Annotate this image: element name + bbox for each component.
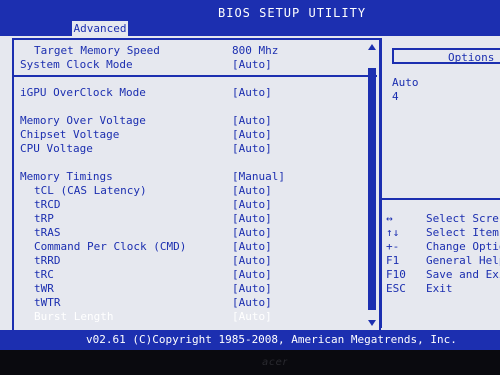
help-desc: General Help	[426, 254, 500, 267]
setting-value[interactable]: [Auto]	[232, 212, 272, 226]
help-desc: Select Item	[426, 226, 499, 239]
separator	[14, 75, 377, 77]
scroll-up-icon[interactable]	[368, 44, 376, 50]
setting-label: tRRD	[34, 254, 61, 267]
options-header: Options	[392, 48, 500, 64]
setting-value[interactable]: [Auto]	[232, 198, 272, 212]
up-down-arrows-icon: ↑↓	[386, 226, 400, 239]
scroll-down-icon[interactable]	[368, 320, 376, 326]
tab-advanced[interactable]: Advanced	[72, 21, 128, 36]
help-desc: Change Optio	[426, 240, 500, 253]
option-4[interactable]: 4	[392, 90, 399, 103]
setting-row-twtr[interactable]: tWTR [Auto]	[14, 296, 374, 310]
setting-value[interactable]: [Auto]	[232, 184, 272, 198]
setting-row-chipset-voltage[interactable]: Chipset Voltage [Auto]	[14, 128, 374, 142]
help-row-save-exit: F10 Save and Exi	[386, 268, 500, 282]
setting-row-twr[interactable]: tWR [Auto]	[14, 282, 374, 296]
help-desc: Exit	[426, 282, 453, 295]
setting-row-igpu-overclock-mode[interactable]: iGPU OverClock Mode [Auto]	[14, 86, 374, 100]
left-right-arrows-icon: ↔	[386, 212, 393, 225]
setting-value[interactable]: [Auto]	[232, 226, 272, 240]
settings-panel: Target Memory Speed 800 Mhz System Clock…	[12, 38, 381, 332]
setting-label: Burst Length	[34, 310, 114, 323]
setting-row-tras[interactable]: tRAS [Auto]	[14, 226, 374, 240]
setting-row-cpu-voltage[interactable]: CPU Voltage [Auto]	[14, 142, 374, 156]
setting-value[interactable]: [Auto]	[232, 114, 272, 128]
scrollbar[interactable]	[367, 44, 377, 326]
setting-row-trcd[interactable]: tRCD [Auto]	[14, 198, 374, 212]
options-panel: Options Auto 4 ↔ Select Scre ↑↓ Select I…	[380, 38, 500, 328]
setting-value[interactable]: [Auto]	[232, 268, 272, 282]
help-key: F1	[386, 254, 400, 267]
setting-row-burst-length[interactable]: Burst Length [Auto]	[14, 310, 374, 324]
help-key: ESC	[386, 282, 406, 295]
setting-value[interactable]: [Auto]	[232, 296, 272, 310]
bios-screen: BIOS SETUP UTILITY Advanced Target Memor…	[0, 0, 500, 336]
help-row-change-option: +- Change Optio	[386, 240, 500, 254]
setting-label: Command Per Clock (CMD)	[34, 240, 187, 253]
monitor-brand-logo: acer	[262, 357, 288, 368]
help-row-select-screen: ↔ Select Scre	[386, 212, 500, 226]
setting-value[interactable]: [Auto]	[232, 240, 272, 254]
setting-value[interactable]: [Auto]	[232, 128, 272, 142]
setting-label: tRC	[34, 268, 54, 281]
setting-label: tWR	[34, 282, 54, 295]
help-desc: Save and Exi	[426, 268, 500, 281]
footer-bar: v02.61 (C)Copyright 1985-2008, American …	[0, 330, 500, 350]
setting-value[interactable]: [Auto]	[232, 58, 272, 72]
scrollbar-thumb[interactable]	[368, 68, 376, 310]
setting-label: tCL (CAS Latency)	[34, 184, 147, 197]
setting-label: tRCD	[34, 198, 61, 211]
help-key: F10	[386, 268, 406, 281]
help-row-general-help: F1 General Help	[386, 254, 500, 268]
setting-value[interactable]: [Auto]	[232, 282, 272, 296]
setting-value: 800 Mhz	[232, 44, 279, 57]
setting-row-memory-timings[interactable]: Memory Timings [Manual]	[14, 170, 374, 184]
setting-value[interactable]: [Manual]	[232, 170, 285, 184]
setting-label: Chipset Voltage	[20, 128, 120, 141]
separator	[382, 198, 500, 200]
setting-label: tWTR	[34, 296, 61, 309]
setting-value[interactable]: [Auto]	[232, 86, 272, 100]
setting-label: tRAS	[34, 226, 61, 239]
setting-value[interactable]: [Auto]	[232, 310, 272, 324]
help-row-select-item: ↑↓ Select Item	[386, 226, 500, 240]
setting-row-trc[interactable]: tRC [Auto]	[14, 268, 374, 282]
setting-label: System Clock Mode	[20, 58, 133, 71]
setting-row-target-memory-speed: Target Memory Speed 800 Mhz	[14, 44, 374, 58]
setting-label: tRP	[34, 212, 54, 225]
setting-label: Memory Timings	[20, 170, 113, 183]
setting-row-trrd[interactable]: tRRD [Auto]	[14, 254, 374, 268]
setting-row-system-clock-mode[interactable]: System Clock Mode [Auto]	[14, 58, 374, 72]
setting-row-tcl[interactable]: tCL (CAS Latency) [Auto]	[14, 184, 374, 198]
bios-title: BIOS SETUP UTILITY	[218, 6, 367, 20]
copyright-text: v02.61 (C)Copyright 1985-2008, American …	[86, 333, 457, 346]
setting-label: Target Memory Speed	[34, 44, 160, 57]
setting-label: iGPU OverClock Mode	[20, 86, 146, 99]
setting-label: CPU Voltage	[20, 142, 93, 155]
setting-label: Memory Over Voltage	[20, 114, 146, 127]
help-desc: Select Scre	[426, 212, 499, 225]
option-auto[interactable]: Auto	[392, 76, 419, 89]
setting-row-memory-over-voltage[interactable]: Memory Over Voltage [Auto]	[14, 114, 374, 128]
setting-row-trp[interactable]: tRP [Auto]	[14, 212, 374, 226]
setting-value[interactable]: [Auto]	[232, 142, 272, 156]
help-key: +-	[386, 240, 400, 253]
setting-value[interactable]: [Auto]	[232, 254, 272, 268]
setting-row-command-per-clock[interactable]: Command Per Clock (CMD) [Auto]	[14, 240, 374, 254]
help-row-exit: ESC Exit	[386, 282, 500, 296]
title-bar: BIOS SETUP UTILITY Advanced	[0, 0, 500, 36]
